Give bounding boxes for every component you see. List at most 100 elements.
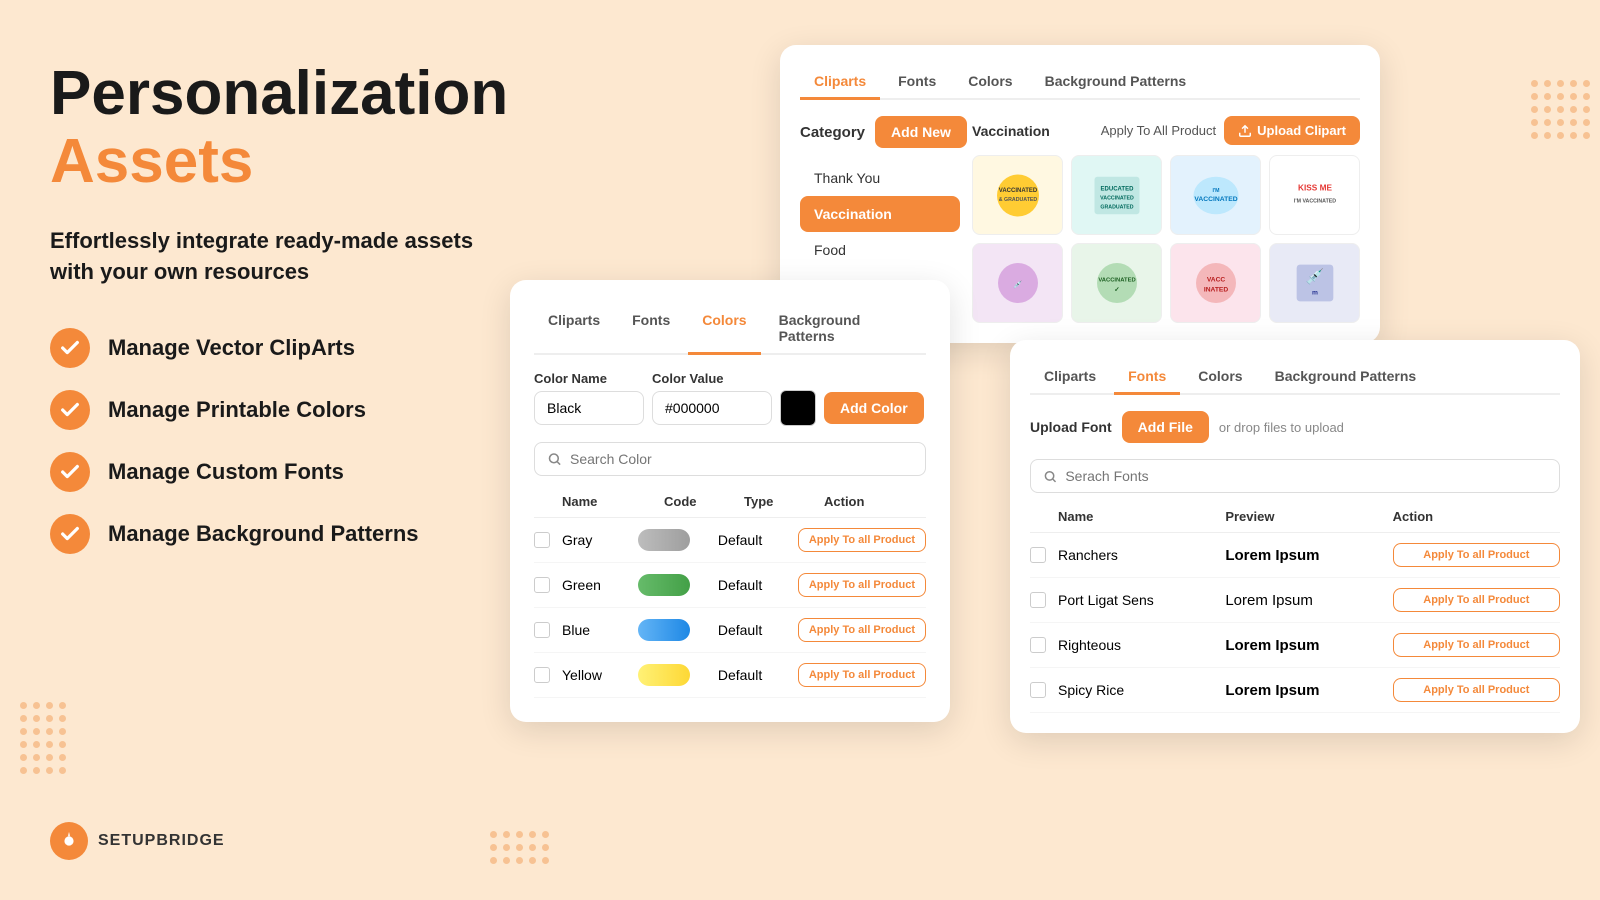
color-table: Name Code Type Action Gray Default Apply… <box>534 490 926 698</box>
font-preview-spicyrice: Lorem Ipsum <box>1225 682 1392 699</box>
vaccination-label: Vaccination <box>972 123 1050 139</box>
feature-text-4: Manage Background Patterns <box>108 521 419 547</box>
font-row-ranchers: Ranchers Lorem Ipsum Apply To all Produc… <box>1030 533 1560 578</box>
svg-text:& GRADUATED: & GRADUATED <box>998 196 1037 202</box>
font-search-bar <box>1030 459 1560 493</box>
tab-cliparts-colors[interactable]: Cliparts <box>534 304 614 355</box>
checkbox-portligat[interactable] <box>1030 592 1046 608</box>
apply-all-label: Apply To All Product <box>1101 123 1216 138</box>
title-line2: Assets <box>50 128 570 196</box>
apply-btn-righteous[interactable]: Apply To all Product <box>1393 633 1560 657</box>
apply-btn-yellow[interactable]: Apply To all Product <box>798 663 926 687</box>
tab-fonts-cliparts[interactable]: Fonts <box>884 65 950 100</box>
font-col-preview: Preview <box>1225 509 1392 524</box>
check-icon-3 <box>50 452 90 492</box>
feature-3: Manage Custom Fonts <box>50 452 570 492</box>
svg-text:VACCINATED: VACCINATED <box>1194 195 1237 202</box>
tab-cliparts-fonts[interactable]: Cliparts <box>1030 360 1110 395</box>
feature-4: Manage Background Patterns <box>50 514 570 554</box>
tab-fonts-colors[interactable]: Fonts <box>618 304 684 355</box>
font-name-righteous: Righteous <box>1058 637 1225 653</box>
clipart-thumb-6: VACCINATED ✓ <box>1071 243 1162 323</box>
category-thank-you[interactable]: Thank You <box>800 160 960 196</box>
tab-bgpatterns-cliparts[interactable]: Background Patterns <box>1031 65 1201 100</box>
svg-text:GRADUATED: GRADUATED <box>1100 204 1133 210</box>
apply-btn-spicyrice[interactable]: Apply To all Product <box>1393 678 1560 702</box>
feature-text-1: Manage Vector ClipArts <box>108 335 355 361</box>
checkbox-gray[interactable] <box>534 532 550 548</box>
logo-icon <box>50 822 88 860</box>
svg-text:💉: 💉 <box>1013 280 1022 289</box>
swatch-yellow <box>638 664 690 686</box>
color-value-input[interactable] <box>652 391 772 425</box>
logo: SETUPBRIDGE <box>50 822 225 860</box>
swatch-green <box>638 574 690 596</box>
apply-btn-gray[interactable]: Apply To all Product <box>798 528 926 552</box>
features-list: Manage Vector ClipArts Manage Printable … <box>50 328 570 554</box>
check-icon-4 <box>50 514 90 554</box>
color-type-gray: Default <box>718 532 798 548</box>
category-food[interactable]: Food <box>800 232 960 268</box>
search-icon-fonts <box>1043 469 1057 484</box>
svg-text:EDUCATED: EDUCATED <box>1100 186 1134 192</box>
apply-btn-ranchers[interactable]: Apply To all Product <box>1393 543 1560 567</box>
color-search-input[interactable] <box>570 451 913 467</box>
clipart-img-4: KISS ME I'M VACCINATED <box>1285 168 1345 223</box>
color-row-gray: Gray Default Apply To all Product <box>534 518 926 563</box>
checkbox-green[interactable] <box>534 577 550 593</box>
upload-clipart-label: Upload Clipart <box>1257 123 1346 138</box>
tab-bgpatterns-colors[interactable]: Background Patterns <box>765 304 926 355</box>
feature-2: Manage Printable Colors <box>50 390 570 430</box>
color-search-bar <box>534 442 926 476</box>
checkbox-spicyrice[interactable] <box>1030 682 1046 698</box>
logo-text: SETUPBRIDGE <box>98 832 225 850</box>
add-color-button[interactable]: Add Color <box>824 392 924 424</box>
tab-colors-active[interactable]: Colors <box>688 304 760 355</box>
apply-btn-green[interactable]: Apply To all Product <box>798 573 926 597</box>
category-vaccination[interactable]: Vaccination <box>800 196 960 232</box>
upload-clipart-button[interactable]: Upload Clipart <box>1224 116 1360 145</box>
apply-btn-blue[interactable]: Apply To all Product <box>798 618 926 642</box>
col-action: Action <box>824 494 926 509</box>
checkbox-yellow[interactable] <box>534 667 550 683</box>
clipart-top-row: Vaccination Apply To All Product Upload … <box>972 116 1360 145</box>
checkbox-righteous[interactable] <box>1030 637 1046 653</box>
clipart-grid: VACCINATED & GRADUATED EDUCATED VACCINAT… <box>972 155 1360 323</box>
tab-cliparts-active[interactable]: Cliparts <box>800 65 880 100</box>
font-name-ranchers: Ranchers <box>1058 547 1225 563</box>
tab-bgpatterns-fonts[interactable]: Background Patterns <box>1261 360 1431 395</box>
font-preview-portligat: Lorem Ipsum <box>1225 592 1392 609</box>
tab-colors-fonts[interactable]: Colors <box>1184 360 1256 395</box>
category-label: Category <box>800 124 865 141</box>
clipart-thumb-8: 💉 m <box>1269 243 1360 323</box>
font-row-righteous: Righteous Lorem Ipsum Apply To all Produ… <box>1030 623 1560 668</box>
clipart-thumb-1: VACCINATED & GRADUATED <box>972 155 1063 235</box>
font-name-portligat: Port Ligat Sens <box>1058 592 1225 608</box>
col-code: Code <box>664 494 744 509</box>
font-col-action: Action <box>1393 509 1560 524</box>
colors-tabs: Cliparts Fonts Colors Background Pattern… <box>534 304 926 355</box>
check-icon-2 <box>50 390 90 430</box>
dots-decoration-mid <box>490 831 549 870</box>
tab-fonts-active[interactable]: Fonts <box>1114 360 1180 395</box>
svg-text:m: m <box>1312 290 1318 297</box>
checkbox-blue[interactable] <box>534 622 550 638</box>
checkbox-ranchers[interactable] <box>1030 547 1046 563</box>
clipart-img-8: 💉 m <box>1290 258 1340 308</box>
font-search-input[interactable] <box>1065 468 1547 484</box>
color-row-yellow: Yellow Default Apply To all Product <box>534 653 926 698</box>
color-name-input[interactable] <box>534 391 644 425</box>
add-file-button[interactable]: Add File <box>1122 411 1209 443</box>
clipart-thumb-4: KISS ME I'M VACCINATED <box>1269 155 1360 235</box>
apply-btn-portligat[interactable]: Apply To all Product <box>1393 588 1560 612</box>
fonts-upload-row: Upload Font Add File or drop files to up… <box>1030 411 1560 443</box>
color-name-green: Green <box>562 577 638 593</box>
fonts-card: Cliparts Fonts Colors Background Pattern… <box>1010 340 1580 733</box>
tab-colors-cliparts[interactable]: Colors <box>954 65 1026 100</box>
svg-text:✓: ✓ <box>1114 286 1120 293</box>
clipart-thumb-3: I'M VACCINATED <box>1170 155 1261 235</box>
check-icon-1 <box>50 328 90 368</box>
svg-text:VACC: VACC <box>1206 276 1225 283</box>
add-new-button[interactable]: Add New <box>875 116 967 148</box>
clipart-img-1: VACCINATED & GRADUATED <box>988 168 1048 223</box>
